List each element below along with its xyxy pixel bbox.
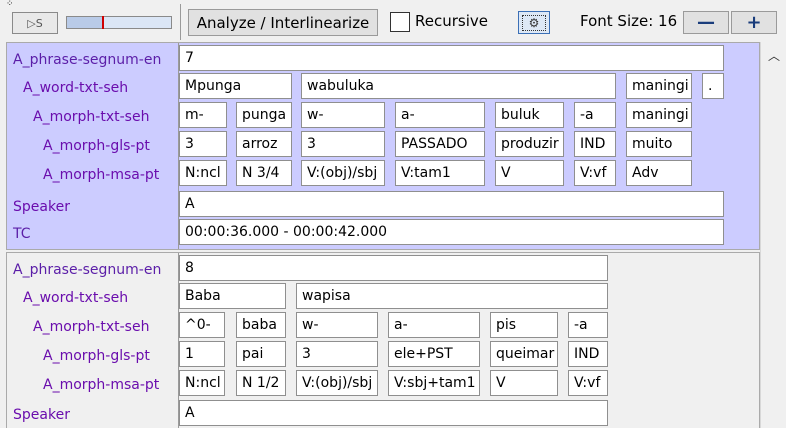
recursive-checkbox[interactable]	[390, 12, 410, 32]
morph-txt-cell[interactable]: baba	[236, 312, 286, 338]
morph-txt-cell[interactable]: a-	[395, 102, 485, 128]
annotation-block-1[interactable]: A_phrase-segnum-en A_word-txt-seh A_morp…	[6, 42, 760, 250]
tier-label-word: A_word-txt-seh	[23, 290, 129, 306]
morph-gls-cell[interactable]: produzir	[495, 131, 564, 157]
morph-msa-cell[interactable]: V	[495, 160, 564, 186]
recursive-label: Recursive	[415, 12, 488, 30]
tier-label-phrase: A_phrase-segnum-en	[13, 52, 162, 68]
playback-slider[interactable]	[66, 16, 172, 29]
morph-msa-cell[interactable]: V:(obj)/sbj	[301, 160, 385, 186]
morph-gls-cell[interactable]: IND	[574, 131, 616, 157]
morph-msa-cell[interactable]: N 1/2	[236, 370, 286, 396]
tier-label-morph-gls: A_morph-gls-pt	[43, 138, 150, 154]
font-size-increase-button[interactable]: +	[731, 11, 777, 34]
morph-gls-cell[interactable]: 3	[301, 131, 385, 157]
morph-txt-cell[interactable]: buluk	[495, 102, 564, 128]
morph-msa-cell[interactable]: V	[490, 370, 558, 396]
word-cell[interactable]: Baba	[179, 283, 286, 309]
morph-msa-cell[interactable]: N 3/4	[236, 160, 292, 186]
drag-handle-icon[interactable]: ⁘	[6, 0, 14, 9]
toolbar-divider	[180, 4, 181, 40]
morph-msa-cell[interactable]: N:ncl	[179, 370, 225, 396]
tier-label-tc: TC	[13, 226, 31, 242]
word-cell[interactable]: wabuluka	[301, 73, 616, 99]
morph-gls-cell[interactable]: muito	[626, 131, 692, 157]
interlinear-view: A_phrase-segnum-en A_word-txt-seh A_morp…	[0, 42, 760, 428]
morph-txt-cell[interactable]: w-	[301, 102, 385, 128]
word-cell[interactable]: maningi	[626, 73, 692, 99]
phrase-segnum-field[interactable]: 8	[179, 255, 608, 281]
tier-label-phrase: A_phrase-segnum-en	[13, 262, 162, 278]
tier-label-column: A_phrase-segnum-en A_word-txt-seh A_morp…	[7, 253, 179, 428]
morph-msa-cell[interactable]: V:vf	[574, 160, 616, 186]
font-size-decrease-button[interactable]: —	[683, 11, 729, 34]
morph-txt-cell[interactable]: ^0-	[179, 312, 225, 338]
morph-gls-cell[interactable]: 1	[179, 341, 225, 367]
tier-label-morph-gls: A_morph-gls-pt	[43, 348, 150, 364]
morph-gls-cell[interactable]: PASSADO	[395, 131, 485, 157]
vertical-scrollbar[interactable]: ︿	[760, 42, 786, 428]
annotation-block-2[interactable]: A_phrase-segnum-en A_word-txt-seh A_morp…	[6, 252, 760, 428]
morph-gls-cell[interactable]: arroz	[236, 131, 292, 157]
morph-msa-cell[interactable]: N:ncl	[179, 160, 227, 186]
tier-label-speaker: Speaker	[13, 199, 70, 215]
speaker-field[interactable]: A	[179, 191, 724, 217]
tier-label-morph-txt: A_morph-txt-seh	[33, 109, 150, 125]
morph-txt-cell[interactable]: m-	[179, 102, 227, 128]
morph-txt-cell[interactable]: w-	[296, 312, 378, 338]
word-cell[interactable]: Mpunga	[179, 73, 292, 99]
morph-txt-cell[interactable]: punga	[236, 102, 292, 128]
font-size-label: Font Size: 16	[580, 12, 678, 30]
morph-txt-cell[interactable]: -a	[574, 102, 616, 128]
word-cell[interactable]: .	[702, 73, 724, 99]
tier-label-morph-msa: A_morph-msa-pt	[43, 377, 160, 393]
morph-gls-cell[interactable]: queimar	[490, 341, 558, 367]
toolbar: ⁘ ▷S Analyze / Interlinearize Recursive …	[0, 0, 786, 42]
settings-button[interactable]: ⚙	[518, 11, 550, 34]
tier-label-speaker: Speaker	[13, 407, 70, 423]
morph-msa-cell[interactable]: V:tam1	[395, 160, 485, 186]
morph-gls-cell[interactable]: 3	[179, 131, 227, 157]
tier-label-word: A_word-txt-seh	[23, 80, 129, 96]
word-cell[interactable]: wapisa	[296, 283, 608, 309]
morph-txt-cell[interactable]: maningi	[626, 102, 692, 128]
slider-thumb[interactable]	[102, 16, 105, 29]
morph-msa-cell[interactable]: V:sbj+tam1	[388, 370, 480, 396]
morph-msa-cell[interactable]: Adv	[626, 160, 692, 186]
morph-gls-cell[interactable]: pai	[236, 341, 286, 367]
scroll-up-arrow-icon[interactable]: ︿	[766, 48, 782, 63]
morph-gls-cell[interactable]: 3	[296, 341, 378, 367]
slider-fill	[67, 17, 103, 28]
tier-label-morph-msa: A_morph-msa-pt	[43, 167, 160, 183]
morph-msa-cell[interactable]: V:(obj)/sbj	[296, 370, 378, 396]
morph-txt-cell[interactable]: a-	[388, 312, 480, 338]
play-selection-button[interactable]: ▷S	[12, 12, 58, 34]
speaker-field[interactable]: A	[179, 400, 608, 426]
morph-gls-cell[interactable]: IND	[568, 341, 608, 367]
tier-label-column: A_phrase-segnum-en A_word-txt-seh A_morp…	[7, 43, 179, 249]
morph-msa-cell[interactable]: V:vf	[568, 370, 608, 396]
phrase-segnum-field[interactable]: 7	[179, 45, 724, 71]
gear-icon: ⚙	[522, 14, 546, 31]
tc-field[interactable]: 00:00:36.000 - 00:00:42.000	[179, 219, 724, 245]
tier-label-morph-txt: A_morph-txt-seh	[33, 319, 150, 335]
morph-txt-cell[interactable]: -a	[568, 312, 608, 338]
analyze-interlinearize-button[interactable]: Analyze / Interlinearize	[188, 9, 378, 36]
morph-txt-cell[interactable]: pis	[490, 312, 558, 338]
morph-gls-cell[interactable]: ele+PST	[388, 341, 480, 367]
